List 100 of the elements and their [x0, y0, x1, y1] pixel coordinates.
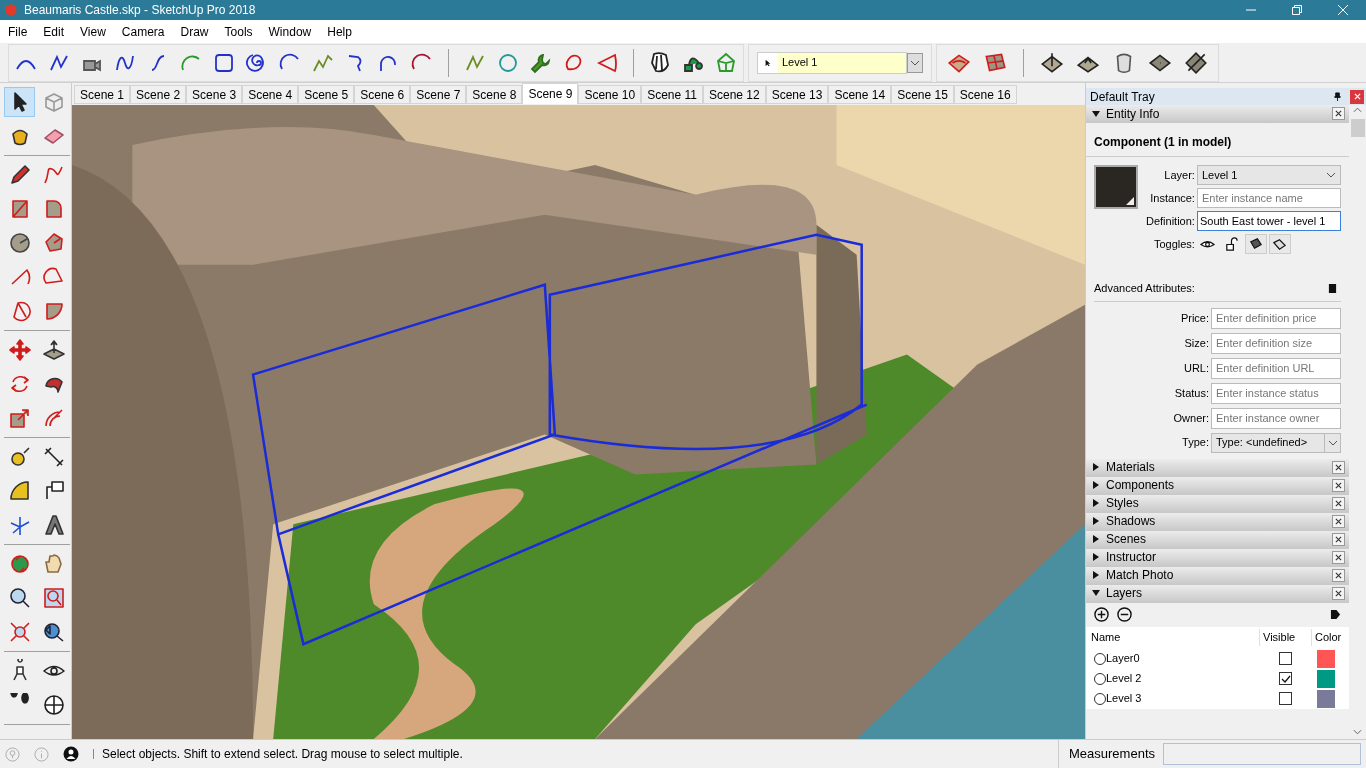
close-icon	[1335, 553, 1342, 561]
close-icon	[1335, 589, 1342, 597]
close-icon	[1335, 517, 1342, 525]
close-icon	[1335, 463, 1342, 471]
column-header: Color	[1311, 629, 1349, 646]
scene-tab[interactable]: Scene 13	[765, 85, 829, 104]
field-label: Status:	[1173, 385, 1209, 401]
panel-title: Scenes	[1106, 531, 1147, 548]
chevron-down-icon	[910, 59, 920, 66]
column-header: Name	[1090, 630, 1122, 646]
visible-checkbox[interactable]	[1279, 692, 1292, 705]
scroll-up-icon[interactable]	[1353, 107, 1362, 113]
column-header: Visible	[1259, 629, 1311, 646]
details-arrow-icon[interactable]	[1330, 608, 1341, 621]
app-logo-icon	[4, 3, 18, 17]
close-icon	[1338, 5, 1348, 15]
close-button[interactable]	[1332, 532, 1345, 546]
field-label: Size:	[1183, 335, 1209, 351]
definition-field[interactable]: South East tower - level 1	[1196, 211, 1341, 231]
menu-item[interactable]: Draw	[172, 20, 217, 43]
close-icon	[1353, 93, 1361, 100]
scroll-down-icon[interactable]	[1353, 729, 1362, 735]
layer-name: Layer0	[1106, 651, 1140, 667]
field-label: URL:	[1182, 360, 1209, 376]
scene-tab[interactable]: Scene 3	[186, 85, 243, 104]
panel-header[interactable]: Materials	[1086, 458, 1349, 477]
panel-header[interactable]: Entity Info	[1086, 105, 1349, 123]
attribute-field[interactable]: Enter instance status	[1211, 382, 1341, 404]
scene-tab[interactable]: Scene 5	[298, 85, 355, 104]
attribute-field[interactable]: Enter definition price	[1211, 307, 1341, 329]
close-button[interactable]	[1332, 550, 1345, 564]
attribute-field[interactable]: Enter definition URL	[1211, 357, 1341, 379]
user-icon[interactable]	[63, 746, 79, 762]
close-icon	[1335, 571, 1342, 579]
visible-checkbox[interactable]	[1279, 672, 1292, 685]
restore-icon	[1292, 5, 1302, 15]
window-title: Beaumaris Castle.skp - SketchUp Pro 2018	[24, 2, 256, 19]
close-button[interactable]	[1332, 107, 1345, 120]
scene-tab[interactable]: Scene 16	[953, 85, 1017, 104]
layer-name: Level 3	[1106, 691, 1142, 707]
layer-color-swatch[interactable]	[1317, 649, 1335, 668]
cursor-icon	[764, 58, 772, 67]
attribute-field[interactable]: Enter instance owner	[1211, 407, 1341, 429]
attribute-field[interactable]: Enter definition size	[1211, 332, 1341, 354]
menu-item[interactable]: View	[72, 20, 114, 43]
scene-tab[interactable]: Scene 6	[354, 85, 411, 104]
scene-tab[interactable]: Scene 2	[130, 85, 187, 104]
panel-title: Layers	[1106, 585, 1143, 602]
shadow-receive-icon[interactable]	[1268, 234, 1291, 254]
collapse-icon[interactable]	[1328, 282, 1337, 294]
menu-item[interactable]: Window	[260, 20, 320, 43]
panel-title: Match Photo	[1106, 567, 1174, 584]
field-label: Price:	[1179, 310, 1209, 326]
dropdown-arrow-button[interactable]	[907, 52, 923, 73]
scene-tab[interactable]: Scene 11	[641, 85, 703, 104]
layer-color-swatch[interactable]	[1317, 689, 1335, 708]
close-button[interactable]	[1332, 568, 1345, 582]
type-select[interactable]: Type: <undefined>	[1211, 432, 1341, 453]
layer-color-swatch[interactable]	[1317, 669, 1335, 688]
panel-title: Entity Info	[1106, 105, 1160, 123]
scene-tab[interactable]: Scene 15	[891, 85, 954, 104]
menu-item[interactable]: File	[0, 20, 36, 43]
close-button[interactable]	[1332, 460, 1345, 474]
scene-tab[interactable]: Scene 10	[578, 85, 642, 104]
menu-item[interactable]: Help	[319, 20, 360, 43]
scene-tab[interactable]: Scene 12	[702, 85, 766, 104]
menu-item[interactable]: Tools	[216, 20, 261, 43]
field-label: Instance:	[1149, 190, 1195, 206]
close-icon	[1335, 110, 1342, 117]
instance-field[interactable]: Enter instance name	[1196, 188, 1341, 208]
panel-title: Instructor	[1106, 549, 1156, 566]
measurements-field[interactable]	[1163, 743, 1361, 765]
close-icon	[1335, 499, 1342, 507]
menu-item[interactable]: Camera	[113, 20, 173, 43]
panel-title: Materials	[1106, 459, 1155, 476]
close-tray-button[interactable]	[1350, 89, 1364, 104]
scene-tab[interactable]: Scene 8	[466, 85, 523, 104]
close-icon	[1335, 481, 1342, 489]
panel-title: Components	[1106, 477, 1175, 494]
layer-dropdown[interactable]: Level 1	[757, 51, 907, 74]
scrollbar-thumb[interactable]	[1350, 119, 1365, 137]
close-button[interactable]	[1332, 514, 1345, 528]
scene-tab[interactable]: Scene 7	[410, 85, 467, 104]
scene-tab[interactable]: Scene 9	[522, 83, 579, 104]
chevron-down-icon	[1326, 172, 1336, 178]
scene-tab[interactable]: Scene 1	[74, 85, 131, 104]
visible-checkbox[interactable]	[1279, 652, 1292, 665]
close-button[interactable]	[1332, 586, 1345, 600]
entity-heading: Component (1 in model)	[1094, 134, 1233, 151]
field-label: Toggles:	[1152, 236, 1195, 252]
layer-select[interactable]: Level 1	[1196, 165, 1341, 185]
panel-title: Styles	[1106, 495, 1139, 512]
pin-icon[interactable]	[1333, 92, 1342, 101]
scene-tab[interactable]: Scene 4	[242, 85, 299, 104]
shadow-cast-icon[interactable]	[1244, 234, 1267, 254]
close-button[interactable]	[1332, 478, 1345, 492]
close-button[interactable]	[1332, 496, 1345, 510]
menu-item[interactable]: Edit	[35, 20, 73, 43]
scene-tab[interactable]: Scene 14	[828, 85, 892, 104]
measurements-label: Measurements	[1069, 745, 1155, 764]
